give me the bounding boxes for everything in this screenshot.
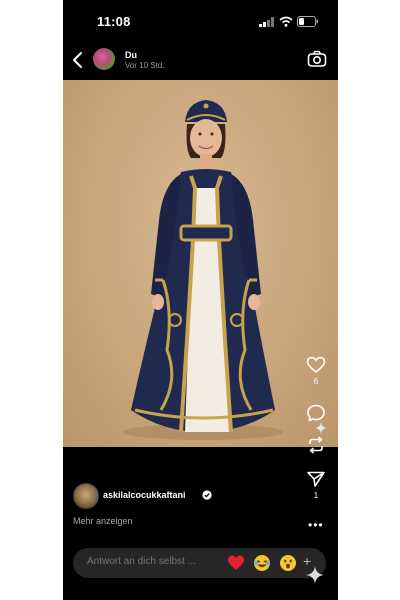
clock: 11:08 [97, 14, 131, 29]
surprised-emoji-icon[interactable] [279, 554, 297, 572]
status-bar: 11:08 [63, 0, 338, 44]
heart-emoji-icon[interactable] [227, 554, 245, 572]
author-name[interactable]: askilalcocukkaftani [103, 490, 186, 500]
heart-icon[interactable] [306, 356, 326, 374]
story-username[interactable]: Du [125, 50, 137, 60]
laughing-emoji-icon[interactable] [253, 554, 271, 572]
kaftan-photo-illustration [123, 100, 283, 440]
avatar[interactable] [93, 48, 115, 70]
send-icon[interactable] [306, 470, 326, 488]
repost-icon[interactable] [306, 436, 326, 454]
signal-icon [259, 17, 274, 27]
story-photo[interactable] [63, 80, 338, 447]
story-viewer: 11:08 Du Vor 10 Std. 6 1 askilalcocukkaf… [63, 0, 338, 600]
show-more-link[interactable]: Mehr anzeigen [73, 516, 133, 526]
back-icon[interactable] [71, 50, 85, 70]
sparkle-icon [315, 422, 327, 434]
more-icon[interactable]: ••• [308, 518, 324, 532]
wifi-icon [279, 16, 293, 27]
author-avatar[interactable] [73, 483, 99, 509]
share-count: 1 [313, 491, 319, 500]
reply-input[interactable] [87, 556, 217, 567]
like-count: 6 [313, 377, 319, 386]
repost-action[interactable] [303, 436, 329, 454]
story-header: Du Vor 10 Std. [63, 44, 338, 80]
comment-action[interactable] [303, 404, 329, 422]
reply-bar: + [73, 548, 326, 578]
story-timestamp: Vor 10 Std. [125, 61, 165, 70]
battery-icon [297, 16, 318, 27]
send-action[interactable]: 1 [303, 470, 329, 500]
verified-icon [202, 490, 212, 500]
like-action[interactable]: 6 [303, 356, 329, 386]
camera-icon[interactable] [307, 50, 327, 68]
sparkle-icon [306, 566, 324, 584]
comment-icon[interactable] [306, 404, 326, 422]
